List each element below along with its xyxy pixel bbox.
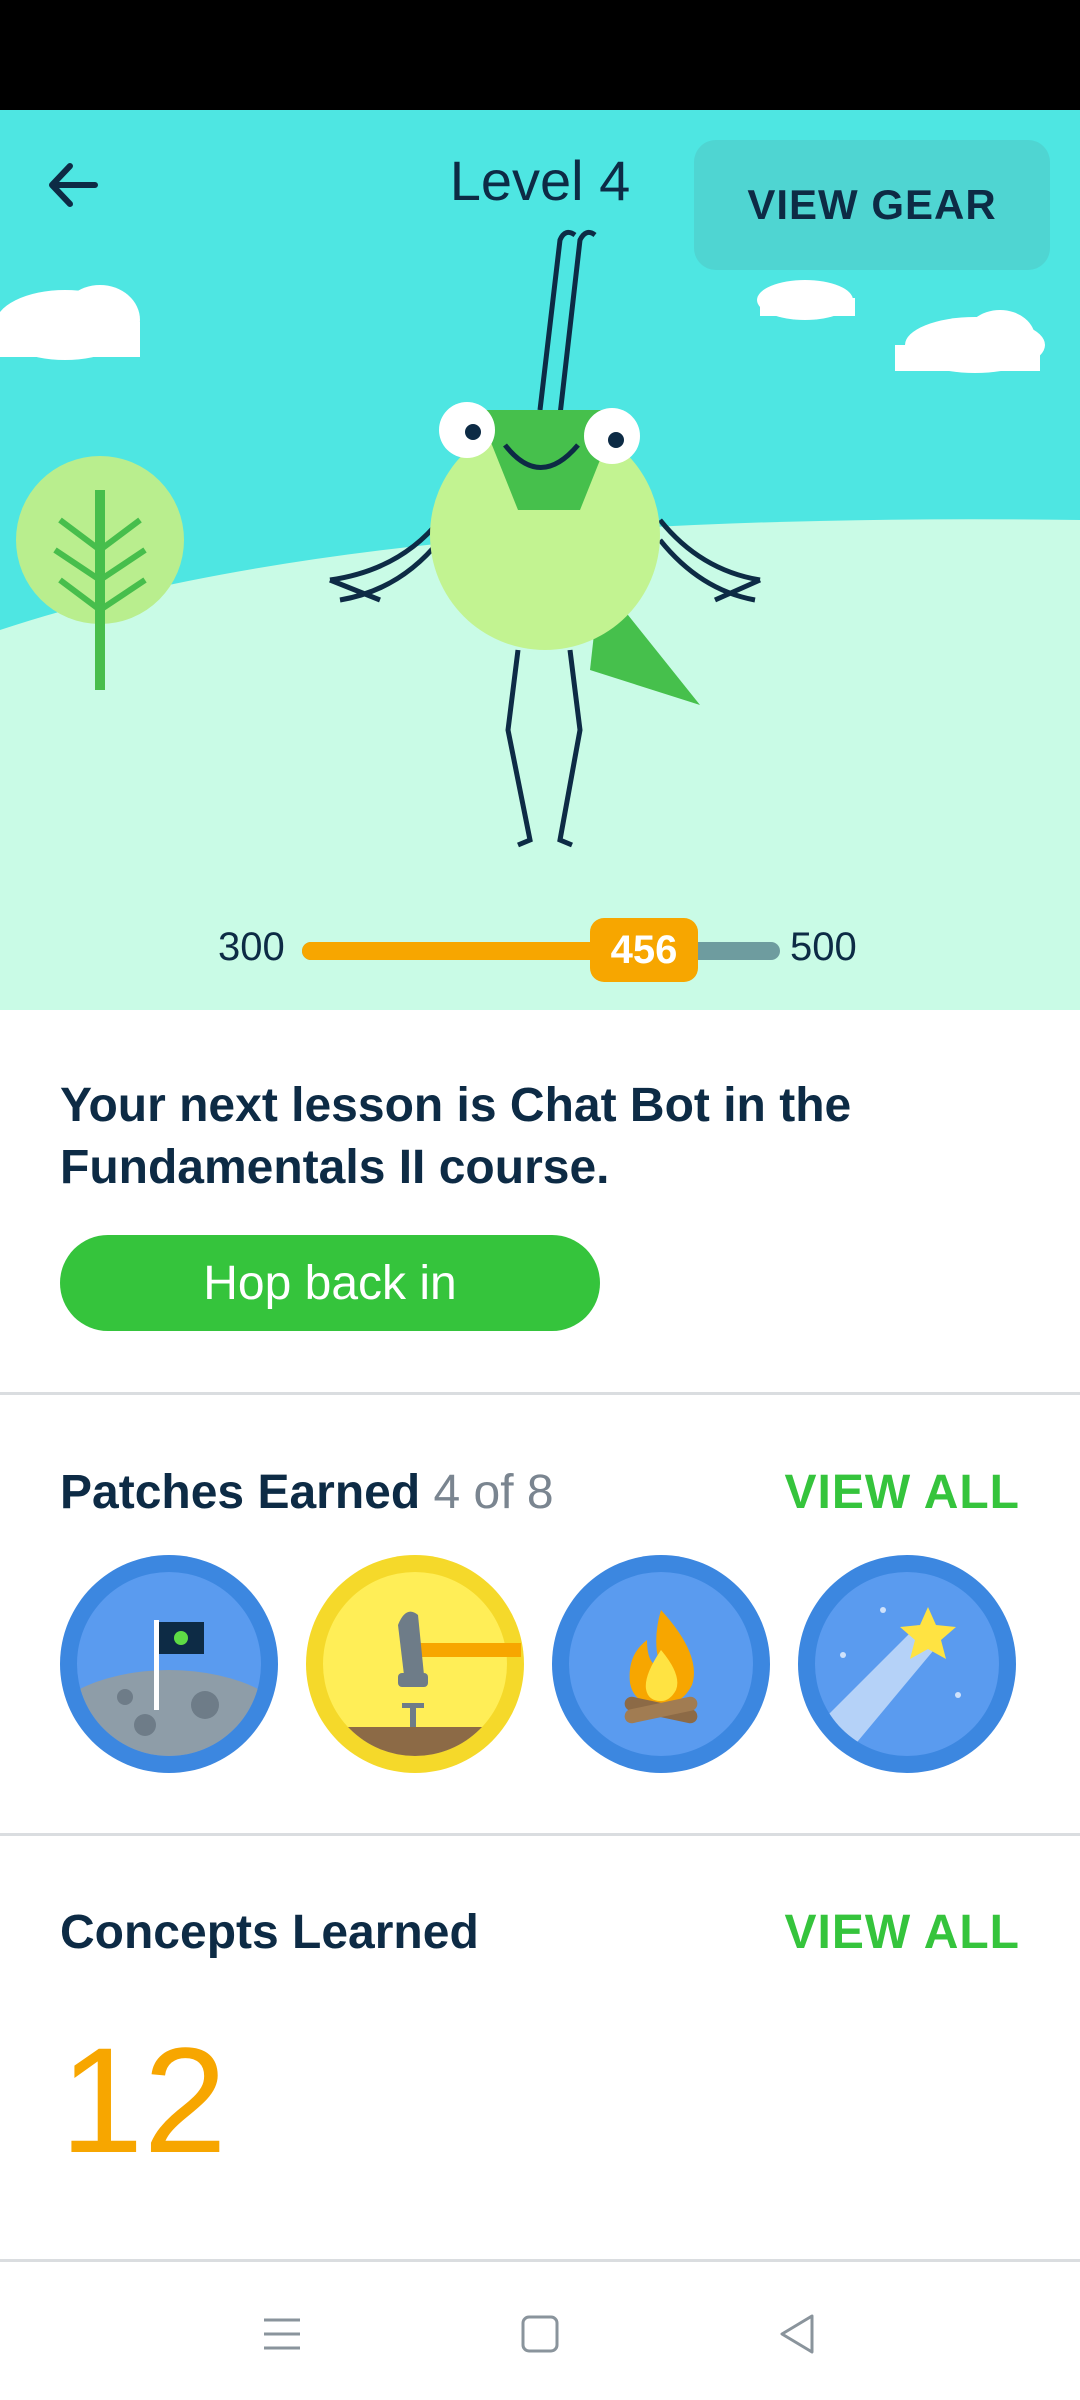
patches-title: Patches Earned 4 of 8 — [60, 1465, 554, 1520]
system-nav-bar — [0, 2262, 1080, 2400]
cloud-icon — [0, 280, 1045, 373]
patches-title-label: Patches Earned — [60, 1466, 421, 1519]
patches-view-all-link[interactable]: VIEW ALL — [784, 1465, 1020, 1520]
concepts-count: 12 — [60, 2016, 227, 2184]
next-lesson-text: Your next lesson is Chat Bot in the Fund… — [60, 1079, 852, 1194]
shooting-star-patch-icon[interactable] — [798, 1555, 1016, 1773]
hammer-patch-icon[interactable] — [306, 1555, 524, 1773]
divider — [0, 1833, 1080, 1836]
xp-progress-track — [302, 942, 780, 960]
xp-max-label: 500 — [790, 925, 857, 969]
menu-icon[interactable] — [252, 2304, 312, 2364]
xp-current-badge: 456 — [590, 918, 698, 982]
view-gear-button[interactable]: VIEW GEAR — [694, 140, 1050, 270]
status-bar — [0, 0, 1080, 110]
back-triangle-icon[interactable] — [768, 2304, 828, 2364]
hop-back-in-button[interactable]: Hop back in — [60, 1235, 600, 1331]
campfire-patch-icon[interactable] — [552, 1555, 770, 1773]
level-hero: Level 4 VIEW GEAR 300 456 500 — [0, 110, 1080, 1010]
home-square-icon[interactable] — [510, 2304, 570, 2364]
patches-count: 4 of 8 — [433, 1466, 554, 1519]
concepts-view-all-link[interactable]: VIEW ALL — [784, 1905, 1020, 1960]
concepts-title: Concepts Learned — [60, 1906, 479, 1959]
xp-min-label: 300 — [218, 925, 285, 969]
divider — [0, 1392, 1080, 1395]
moon-flag-patch-icon[interactable] — [60, 1555, 278, 1773]
